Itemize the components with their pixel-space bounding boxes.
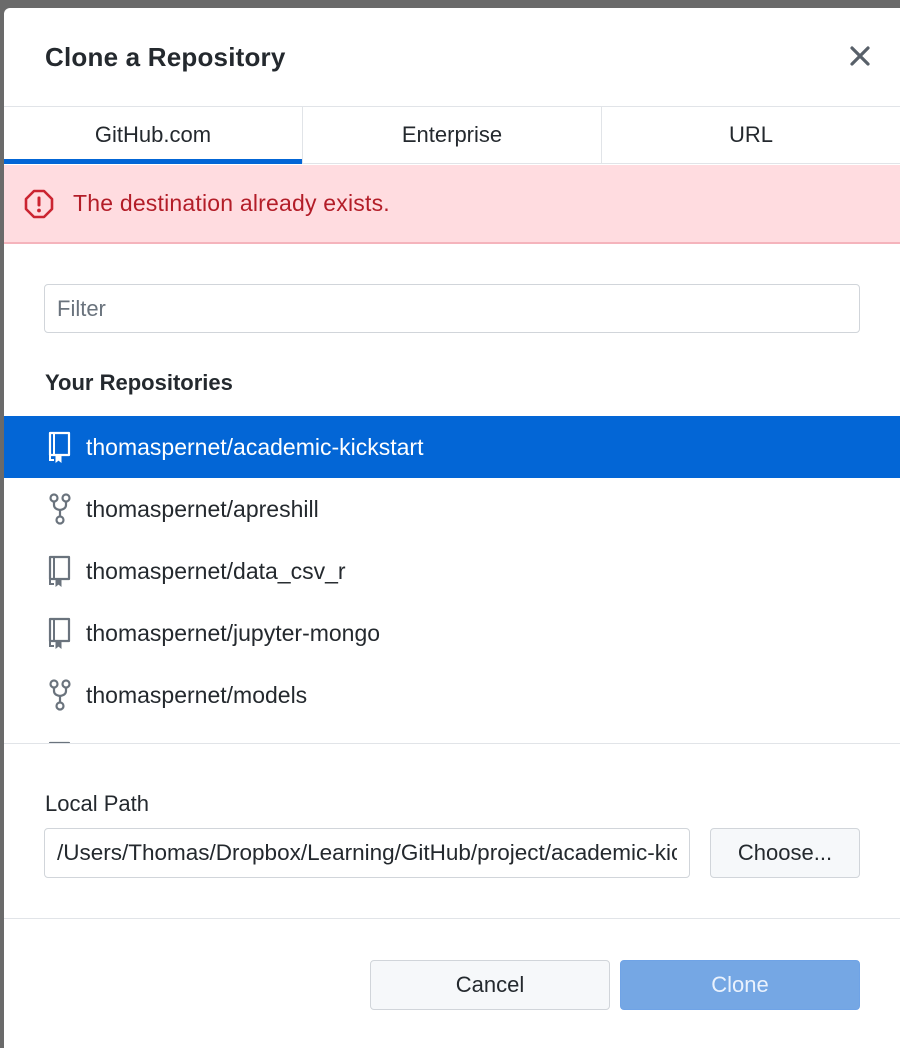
repo-icon bbox=[46, 554, 74, 588]
cancel-button[interactable]: Cancel bbox=[370, 960, 610, 1010]
local-path-input[interactable] bbox=[44, 828, 690, 878]
dialog-header: Clone a Repository bbox=[4, 8, 900, 107]
choose-button[interactable]: Choose... bbox=[710, 828, 860, 878]
list-item[interactable]: thomaspernet/data_csv_r bbox=[4, 540, 900, 602]
repository-name: thomaspernet/models bbox=[86, 681, 308, 708]
fork-icon bbox=[46, 492, 74, 526]
error-banner: The destination already exists. bbox=[4, 165, 900, 244]
list-item[interactable]: thomaspernet/models bbox=[4, 664, 900, 726]
close-button[interactable] bbox=[844, 40, 876, 72]
repo-icon bbox=[46, 740, 74, 743]
tab-enterprise[interactable]: Enterprise bbox=[303, 107, 602, 163]
fork-icon bbox=[46, 678, 74, 712]
clone-repository-dialog: Clone a Repository GitHub.com Enterprise… bbox=[4, 8, 900, 1048]
filter-input[interactable] bbox=[44, 284, 860, 333]
list-item[interactable]: thomaspernet/jupyter-mongo bbox=[4, 602, 900, 664]
clone-button[interactable]: Clone bbox=[620, 960, 860, 1010]
repository-name: thomaspernet/jupyter-mongo bbox=[86, 619, 381, 646]
tab-url[interactable]: URL bbox=[602, 107, 900, 163]
list-item[interactable]: thomaspernet/academic-kickstart bbox=[4, 416, 900, 478]
tab-github-com[interactable]: GitHub.com bbox=[4, 107, 303, 164]
dialog-title: Clone a Repository bbox=[45, 42, 286, 72]
list-item[interactable] bbox=[4, 726, 900, 743]
repository-name: thomaspernet/data_csv_r bbox=[86, 557, 346, 584]
repo-icon bbox=[46, 430, 74, 464]
list-item[interactable]: thomaspernet/apreshill bbox=[4, 478, 900, 540]
your-repositories-heading: Your Repositories bbox=[45, 370, 233, 395]
repository-name: thomaspernet/academic-kickstart bbox=[86, 433, 424, 460]
close-icon bbox=[850, 46, 870, 66]
repository-name: thomaspernet/apreshill bbox=[86, 495, 319, 522]
tab-bar: GitHub.com Enterprise URL bbox=[4, 107, 900, 164]
footer-divider bbox=[4, 918, 900, 919]
alert-icon bbox=[24, 189, 54, 218]
error-message: The destination already exists. bbox=[73, 190, 390, 216]
repository-list[interactable]: thomaspernet/academic-kickstart thomaspe… bbox=[4, 416, 900, 744]
local-path-label: Local Path bbox=[45, 791, 149, 816]
repo-icon bbox=[46, 616, 74, 650]
